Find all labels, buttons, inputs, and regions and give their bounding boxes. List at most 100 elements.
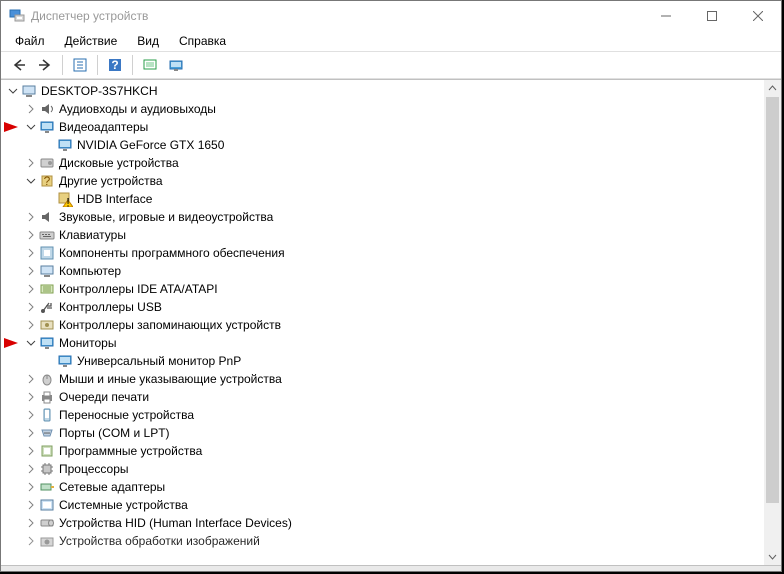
properties-button[interactable] bbox=[164, 53, 188, 77]
device-label: HDB Interface bbox=[77, 192, 152, 206]
toolbar-separator bbox=[62, 55, 63, 75]
scroll-track[interactable] bbox=[764, 97, 781, 548]
menubar: Файл Действие Вид Справка bbox=[1, 31, 781, 51]
help-button[interactable]: ? bbox=[103, 53, 127, 77]
menu-file[interactable]: Файл bbox=[7, 32, 53, 50]
category-label: Звуковые, игровые и видеоустройства bbox=[59, 210, 273, 224]
other-devices-icon: ? bbox=[39, 173, 55, 189]
menu-help[interactable]: Справка bbox=[171, 32, 234, 50]
chevron-right-icon[interactable] bbox=[23, 533, 39, 549]
category-system-devices[interactable]: Системные устройства bbox=[5, 496, 764, 514]
category-label: Видеоадаптеры bbox=[59, 120, 148, 134]
hid-icon bbox=[39, 515, 55, 531]
device-pnp-monitor[interactable]: Универсальный монитор PnP bbox=[5, 352, 764, 370]
category-label: Аудиовходы и аудиовыходы bbox=[59, 102, 216, 116]
chevron-placeholder bbox=[41, 353, 57, 369]
chevron-right-icon[interactable] bbox=[23, 101, 39, 117]
category-print-queues[interactable]: Очереди печати bbox=[5, 388, 764, 406]
network-adapter-icon bbox=[39, 479, 55, 495]
device-gpu[interactable]: NVIDIA GeForce GTX 1650 bbox=[5, 136, 764, 154]
category-label: Сетевые адаптеры bbox=[59, 480, 165, 494]
category-disk[interactable]: Дисковые устройства bbox=[5, 154, 764, 172]
scroll-up-arrow[interactable] bbox=[764, 80, 781, 97]
scroll-thumb[interactable] bbox=[766, 97, 779, 503]
svg-text:?: ? bbox=[111, 58, 118, 72]
usb-icon bbox=[39, 299, 55, 315]
chevron-down-icon[interactable] bbox=[23, 335, 39, 351]
chevron-placeholder bbox=[41, 137, 57, 153]
category-processors[interactable]: Процессоры bbox=[5, 460, 764, 478]
chevron-right-icon[interactable] bbox=[23, 209, 39, 225]
category-image-processing[interactable]: Устройства обработки изображений bbox=[5, 532, 764, 550]
menu-view[interactable]: Вид bbox=[129, 32, 167, 50]
forward-button[interactable] bbox=[33, 53, 57, 77]
category-software-devices[interactable]: Программные устройства bbox=[5, 442, 764, 460]
close-button[interactable] bbox=[735, 1, 781, 31]
vertical-scrollbar[interactable] bbox=[764, 80, 781, 565]
category-label: Мониторы bbox=[59, 336, 116, 350]
category-other-devices[interactable]: ? Другие устройства bbox=[5, 172, 764, 190]
category-usb[interactable]: Контроллеры USB bbox=[5, 298, 764, 316]
category-label: Компьютер bbox=[59, 264, 121, 278]
warning-device-icon: ! bbox=[57, 191, 73, 207]
back-button[interactable] bbox=[7, 53, 31, 77]
chevron-right-icon[interactable] bbox=[23, 497, 39, 513]
category-label: Системные устройства bbox=[59, 498, 188, 512]
device-hdb[interactable]: ! HDB Interface bbox=[5, 190, 764, 208]
chevron-right-icon[interactable] bbox=[23, 425, 39, 441]
category-hid[interactable]: Устройства HID (Human Interface Devices) bbox=[5, 514, 764, 532]
category-network[interactable]: Сетевые адаптеры bbox=[5, 478, 764, 496]
chevron-right-icon[interactable] bbox=[23, 479, 39, 495]
category-storage-controllers[interactable]: Контроллеры запоминающих устройств bbox=[5, 316, 764, 334]
minimize-button[interactable] bbox=[643, 1, 689, 31]
chevron-right-icon[interactable] bbox=[23, 407, 39, 423]
chevron-right-icon[interactable] bbox=[23, 515, 39, 531]
show-hidden-button[interactable] bbox=[68, 53, 92, 77]
category-ide[interactable]: Контроллеры IDE ATA/ATAPI bbox=[5, 280, 764, 298]
chevron-right-icon[interactable] bbox=[23, 263, 39, 279]
chevron-right-icon[interactable] bbox=[23, 155, 39, 171]
chevron-down-icon[interactable] bbox=[23, 119, 39, 135]
portable-device-icon bbox=[39, 407, 55, 423]
toolbar-separator bbox=[132, 55, 133, 75]
red-arrow-marker bbox=[4, 338, 18, 348]
scroll-down-arrow[interactable] bbox=[764, 548, 781, 565]
chevron-right-icon[interactable] bbox=[23, 371, 39, 387]
chevron-right-icon[interactable] bbox=[23, 461, 39, 477]
system-device-icon bbox=[39, 497, 55, 513]
chevron-right-icon[interactable] bbox=[23, 317, 39, 333]
category-video-adapters[interactable]: Видеоадаптеры bbox=[5, 118, 764, 136]
tree-area: DESKTOP-3S7HKCH Аудиовходы и аудиовыходы… bbox=[1, 79, 781, 565]
disk-icon bbox=[39, 155, 55, 171]
chevron-right-icon[interactable] bbox=[23, 227, 39, 243]
display-adapter-icon bbox=[39, 119, 55, 135]
computer-icon bbox=[39, 263, 55, 279]
maximize-button[interactable] bbox=[689, 1, 735, 31]
category-audio[interactable]: Аудиовходы и аудиовыходы bbox=[5, 100, 764, 118]
chevron-right-icon[interactable] bbox=[23, 389, 39, 405]
chevron-right-icon[interactable] bbox=[23, 299, 39, 315]
category-monitors[interactable]: Мониторы bbox=[5, 334, 764, 352]
chevron-right-icon[interactable] bbox=[23, 443, 39, 459]
tree-root[interactable]: DESKTOP-3S7HKCH bbox=[5, 82, 764, 100]
display-adapter-icon bbox=[57, 137, 73, 153]
chevron-down-icon[interactable] bbox=[23, 173, 39, 189]
device-tree[interactable]: DESKTOP-3S7HKCH Аудиовходы и аудиовыходы… bbox=[1, 80, 764, 565]
category-sound-game[interactable]: Звуковые, игровые и видеоустройства bbox=[5, 208, 764, 226]
scan-hardware-button[interactable] bbox=[138, 53, 162, 77]
category-label: Устройства обработки изображений bbox=[59, 534, 260, 548]
status-strip bbox=[1, 565, 781, 571]
toolbar-separator bbox=[97, 55, 98, 75]
category-mice[interactable]: Мыши и иные указывающие устройства bbox=[5, 370, 764, 388]
menu-action[interactable]: Действие bbox=[57, 32, 126, 50]
chevron-right-icon[interactable] bbox=[23, 281, 39, 297]
category-software-components[interactable]: Компоненты программного обеспечения bbox=[5, 244, 764, 262]
category-computer[interactable]: Компьютер bbox=[5, 262, 764, 280]
category-ports[interactable]: Порты (COM и LPT) bbox=[5, 424, 764, 442]
keyboard-icon bbox=[39, 227, 55, 243]
chevron-down-icon[interactable] bbox=[5, 83, 21, 99]
device-manager-window: Диспетчер устройств Файл Действие Вид Сп… bbox=[0, 0, 782, 572]
chevron-right-icon[interactable] bbox=[23, 245, 39, 261]
category-portable[interactable]: Переносные устройства bbox=[5, 406, 764, 424]
category-keyboards[interactable]: Клавиатуры bbox=[5, 226, 764, 244]
